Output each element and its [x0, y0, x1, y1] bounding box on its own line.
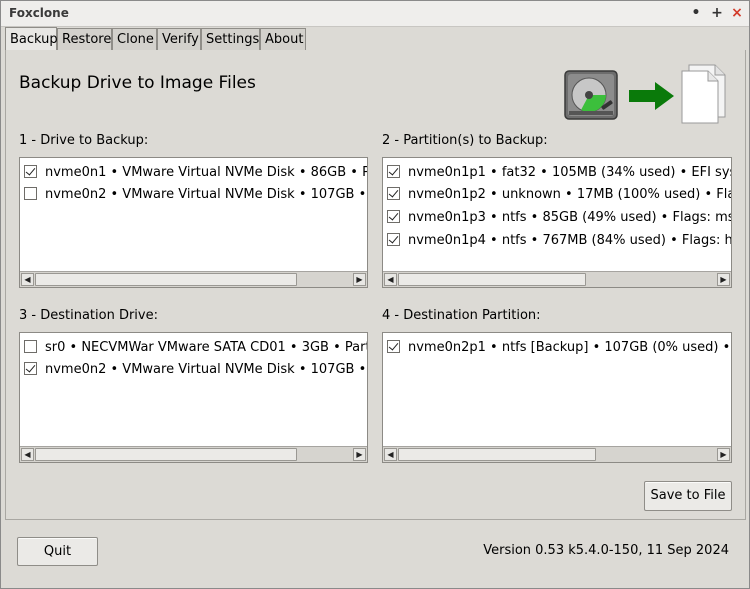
scrollbar-thumb[interactable]: [35, 448, 297, 461]
scroll-right-icon[interactable]: ▶: [353, 273, 366, 286]
scrollbar-thumb[interactable]: [35, 273, 297, 286]
scroll-left-icon[interactable]: ◀: [21, 273, 34, 286]
list-item-label: nvme0n2 • VMware Virtual NVMe Disk • 107…: [45, 187, 367, 202]
list-item-label: nvme0n2p1 • ntfs [Backup] • 107GB (0% us…: [408, 340, 731, 355]
list-item[interactable]: nvme0n2p1 • ntfs [Backup] • 107GB (0% us…: [387, 338, 731, 358]
list-item[interactable]: nvme0n1p3 • ntfs • 85GB (49% used) • Fla…: [387, 208, 731, 228]
list-item[interactable]: nvme0n1 • VMware Virtual NVMe Disk • 86G…: [24, 163, 367, 183]
checkbox[interactable]: [387, 233, 400, 246]
destination-partition-list[interactable]: nvme0n2p1 • ntfs [Backup] • 107GB (0% us…: [382, 332, 732, 463]
app-window: Foxclone • + × Backup Restore Clone Veri…: [0, 0, 750, 589]
scroll-left-icon[interactable]: ◀: [384, 273, 397, 286]
list-item-label: nvme0n1p4 • ntfs • 767MB (84% used) • Fl…: [408, 233, 731, 248]
scroll-left-icon[interactable]: ◀: [384, 448, 397, 461]
minimize-icon[interactable]: •: [687, 4, 705, 22]
checkbox[interactable]: [24, 362, 37, 375]
checkbox[interactable]: [387, 340, 400, 353]
scroll-right-icon[interactable]: ▶: [717, 448, 730, 461]
checkbox[interactable]: [387, 187, 400, 200]
destination-drive-label: 3 - Destination Drive:: [19, 308, 158, 323]
right-arrow-icon: [629, 82, 674, 110]
list-item-label: nvme0n1p2 • unknown • 17MB (100% used) •…: [408, 187, 731, 202]
save-to-file-button[interactable]: Save to File: [644, 481, 732, 511]
scroll-right-icon[interactable]: ▶: [717, 273, 730, 286]
checkbox[interactable]: [387, 210, 400, 223]
scroll-left-icon[interactable]: ◀: [21, 448, 34, 461]
list-item[interactable]: nvme0n1p2 • unknown • 17MB (100% used) •…: [387, 185, 731, 205]
horizontal-scrollbar[interactable]: ◀ ▶: [20, 271, 367, 287]
horizontal-scrollbar[interactable]: ◀ ▶: [383, 271, 731, 287]
title-bar[interactable]: Foxclone • + ×: [1, 1, 749, 27]
scrollbar-thumb[interactable]: [398, 448, 596, 461]
list-item-label: nvme0n1p1 • fat32 • 105MB (34% used) • E…: [408, 165, 731, 180]
maximize-icon[interactable]: +: [708, 4, 726, 22]
version-label: Version 0.53 k5.4.0-150, 11 Sep 2024: [483, 543, 729, 558]
list-item[interactable]: nvme0n2 • VMware Virtual NVMe Disk • 107…: [24, 185, 367, 205]
horizontal-scrollbar[interactable]: ◀ ▶: [20, 446, 367, 462]
hard-drive-icon: [564, 70, 618, 120]
page-title: Backup Drive to Image Files: [19, 73, 256, 93]
list-item[interactable]: nvme0n1p4 • ntfs • 767MB (84% used) • Fl…: [387, 231, 731, 251]
checkbox[interactable]: [24, 187, 37, 200]
image-files-icon: [681, 64, 726, 124]
list-item[interactable]: nvme0n1p1 • fat32 • 105MB (34% used) • E…: [387, 163, 731, 183]
quit-button[interactable]: Quit: [17, 537, 98, 566]
scroll-right-icon[interactable]: ▶: [353, 448, 366, 461]
checkbox[interactable]: [387, 165, 400, 178]
tab-about[interactable]: About: [260, 28, 306, 51]
partitions-to-backup-list[interactable]: nvme0n1p1 • fat32 • 105MB (34% used) • E…: [382, 157, 732, 288]
scrollbar-thumb[interactable]: [398, 273, 586, 286]
horizontal-scrollbar[interactable]: ◀ ▶: [383, 446, 731, 462]
tab-clone[interactable]: Clone: [112, 28, 157, 51]
list-item-label: sr0 • NECVMWar VMware SATA CD01 • 3GB • …: [45, 340, 367, 355]
destination-partition-label: 4 - Destination Partition:: [382, 308, 541, 323]
list-item-label: nvme0n1p3 • ntfs • 85GB (49% used) • Fla…: [408, 210, 731, 225]
drive-to-backup-list[interactable]: nvme0n1 • VMware Virtual NVMe Disk • 86G…: [19, 157, 368, 288]
list-item[interactable]: nvme0n2 • VMware Virtual NVMe Disk • 107…: [24, 360, 367, 380]
tab-settings[interactable]: Settings: [201, 28, 260, 51]
list-item[interactable]: sr0 • NECVMWar VMware SATA CD01 • 3GB • …: [24, 338, 367, 358]
destination-drive-list[interactable]: sr0 • NECVMWar VMware SATA CD01 • 3GB • …: [19, 332, 368, 463]
tab-verify[interactable]: Verify: [157, 28, 201, 51]
partitions-to-backup-label: 2 - Partition(s) to Backup:: [382, 133, 548, 148]
window-title: Foxclone: [9, 6, 69, 20]
tab-restore[interactable]: Restore: [57, 28, 112, 51]
checkbox[interactable]: [24, 165, 37, 178]
drive-to-backup-label: 1 - Drive to Backup:: [19, 133, 149, 148]
checkbox[interactable]: [24, 340, 37, 353]
list-item-label: nvme0n1 • VMware Virtual NVMe Disk • 86G…: [45, 165, 367, 180]
list-item-label: nvme0n2 • VMware Virtual NVMe Disk • 107…: [45, 362, 367, 377]
close-icon[interactable]: ×: [728, 4, 746, 22]
tab-backup[interactable]: Backup: [5, 27, 58, 52]
